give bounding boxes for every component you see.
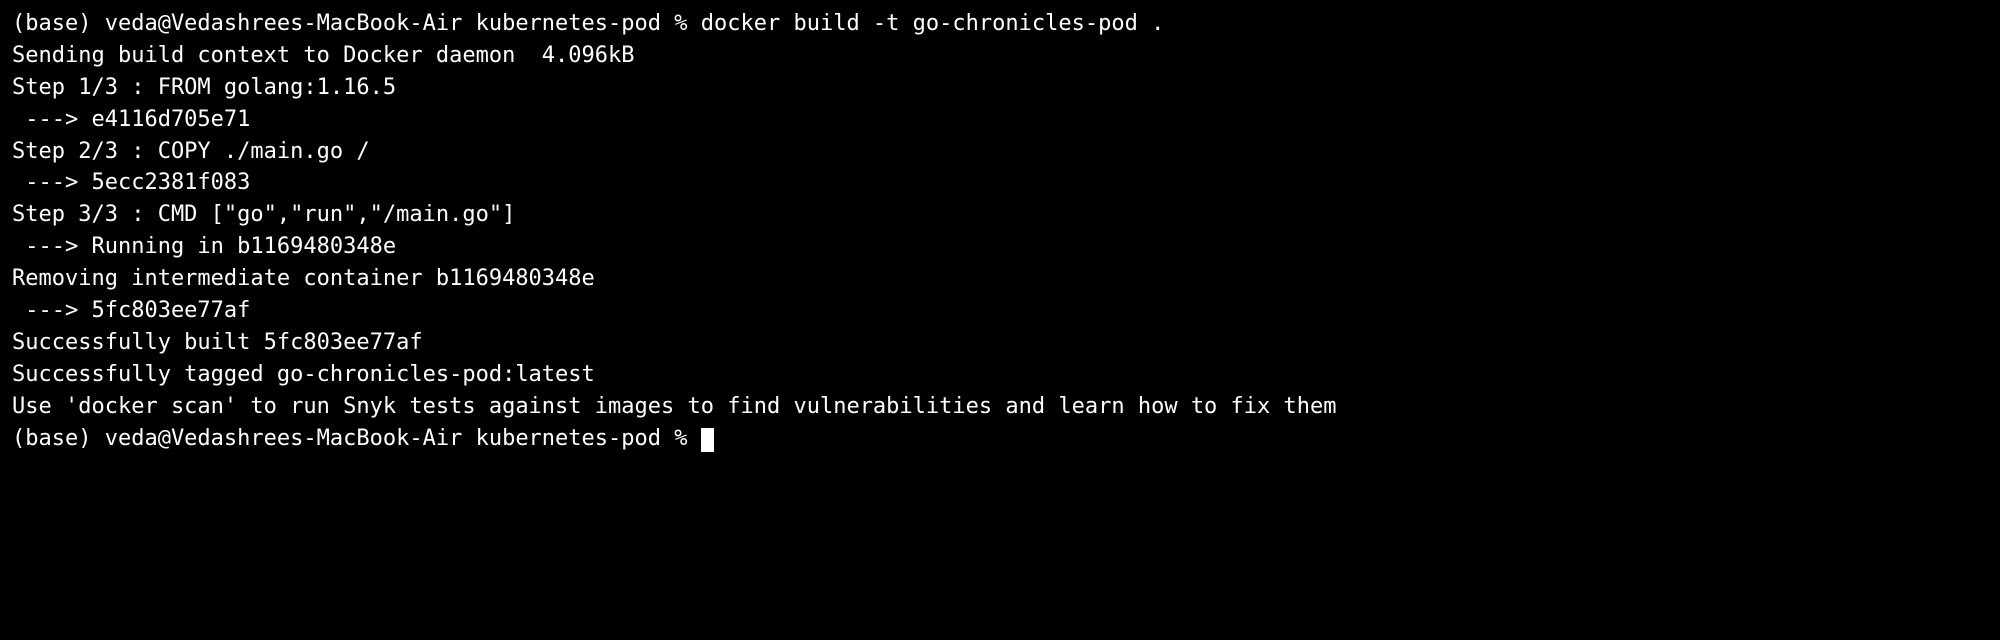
terminal-output-line: Successfully built 5fc803ee77af xyxy=(12,327,1988,359)
terminal-output-line: Successfully tagged go-chronicles-pod:la… xyxy=(12,359,1988,391)
terminal-output-line: Sending build context to Docker daemon 4… xyxy=(12,40,1988,72)
terminal-prompt-text: (base) veda@Vedashrees-MacBook-Air kuber… xyxy=(12,426,701,451)
terminal-window[interactable]: (base) veda@Vedashrees-MacBook-Air kuber… xyxy=(12,8,1988,454)
terminal-output-line: Use 'docker scan' to run Snyk tests agai… xyxy=(12,391,1988,423)
terminal-prompt-line[interactable]: (base) veda@Vedashrees-MacBook-Air kuber… xyxy=(12,423,1988,455)
terminal-output-line: Step 3/3 : CMD ["go","run","/main.go"] xyxy=(12,199,1988,231)
terminal-output-line: ---> 5fc803ee77af xyxy=(12,295,1988,327)
terminal-command-line: (base) veda@Vedashrees-MacBook-Air kuber… xyxy=(12,8,1988,40)
terminal-output-line: ---> 5ecc2381f083 xyxy=(12,167,1988,199)
terminal-output-line: Removing intermediate container b1169480… xyxy=(12,263,1988,295)
terminal-output-line: Step 2/3 : COPY ./main.go / xyxy=(12,136,1988,168)
terminal-output-line: ---> Running in b1169480348e xyxy=(12,231,1988,263)
cursor-icon xyxy=(701,428,714,452)
terminal-output-line: ---> e4116d705e71 xyxy=(12,104,1988,136)
terminal-output-line: Step 1/3 : FROM golang:1.16.5 xyxy=(12,72,1988,104)
